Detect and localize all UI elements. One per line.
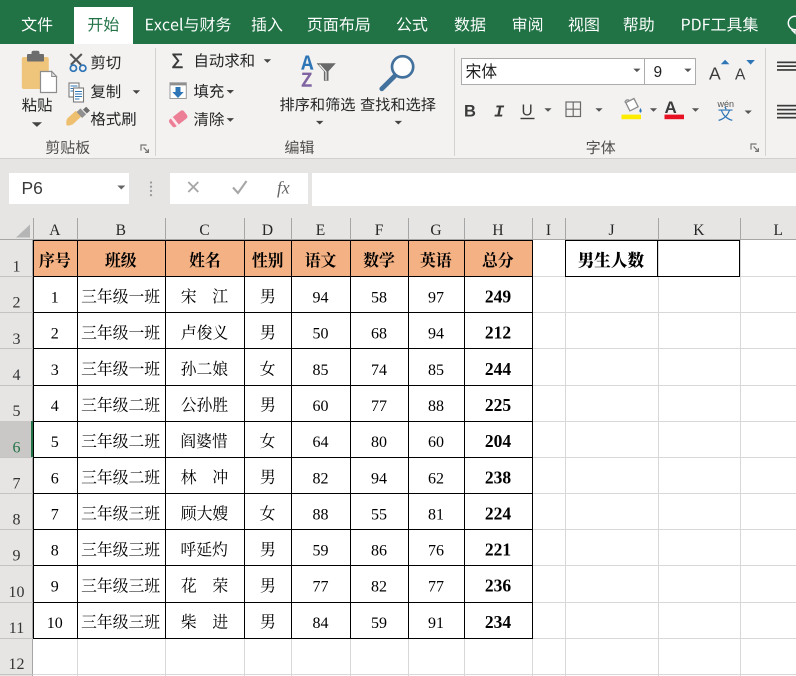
svg-text:6: 6 xyxy=(51,470,59,487)
svg-text:88: 88 xyxy=(428,398,444,415)
svg-text:B: B xyxy=(464,103,476,121)
svg-text:59: 59 xyxy=(371,615,387,632)
svg-text:E: E xyxy=(316,222,325,239)
svg-text:68: 68 xyxy=(371,326,387,343)
svg-text:88: 88 xyxy=(313,506,329,523)
svg-text:64: 64 xyxy=(313,434,329,451)
svg-text:85: 85 xyxy=(313,362,329,379)
svg-text:249: 249 xyxy=(485,287,512,307)
svg-text:3: 3 xyxy=(13,331,21,348)
svg-text:225: 225 xyxy=(485,395,512,415)
svg-text:77: 77 xyxy=(371,398,387,415)
svg-text:221: 221 xyxy=(485,540,511,560)
svg-text:A: A xyxy=(735,67,746,84)
svg-text:12: 12 xyxy=(9,656,25,673)
svg-text:4: 4 xyxy=(51,398,59,415)
svg-text:94: 94 xyxy=(428,326,444,343)
svg-text:9: 9 xyxy=(654,64,663,81)
svg-text:B: B xyxy=(116,222,126,239)
svg-text:U: U xyxy=(522,103,533,120)
svg-text:77: 77 xyxy=(313,579,329,596)
svg-text:85: 85 xyxy=(428,362,444,379)
svg-text:2: 2 xyxy=(51,326,59,343)
svg-text:86: 86 xyxy=(371,543,387,560)
svg-text:238: 238 xyxy=(485,467,512,487)
svg-text:11: 11 xyxy=(9,620,24,637)
svg-text:212: 212 xyxy=(485,323,511,343)
svg-text:94: 94 xyxy=(371,470,387,487)
svg-text:82: 82 xyxy=(313,470,329,487)
svg-text:7: 7 xyxy=(51,506,59,523)
svg-text:97: 97 xyxy=(428,290,444,307)
svg-text:5: 5 xyxy=(51,434,59,451)
svg-text:58: 58 xyxy=(371,290,387,307)
svg-text:D: D xyxy=(262,222,273,239)
svg-text:A: A xyxy=(665,98,677,117)
svg-text:1: 1 xyxy=(51,290,59,307)
svg-text:J: J xyxy=(608,222,614,239)
svg-text:C: C xyxy=(199,222,209,239)
svg-text:G: G xyxy=(430,222,441,239)
svg-text:77: 77 xyxy=(428,579,444,596)
svg-text:5: 5 xyxy=(13,403,21,420)
svg-text:60: 60 xyxy=(313,398,329,415)
svg-text:59: 59 xyxy=(313,543,329,560)
svg-text:80: 80 xyxy=(371,434,387,451)
svg-text:K: K xyxy=(693,222,705,239)
svg-text:10: 10 xyxy=(9,584,25,601)
svg-text:74: 74 xyxy=(371,362,387,379)
svg-text:81: 81 xyxy=(428,506,444,523)
svg-text:60: 60 xyxy=(428,434,444,451)
svg-text:9: 9 xyxy=(13,548,21,565)
svg-text:84: 84 xyxy=(313,615,329,632)
svg-text:P6: P6 xyxy=(22,178,43,198)
svg-text:7: 7 xyxy=(13,475,21,492)
svg-text:76: 76 xyxy=(428,543,444,560)
svg-text:A: A xyxy=(49,222,61,239)
svg-text:9: 9 xyxy=(51,579,59,596)
svg-text:50: 50 xyxy=(313,326,329,343)
svg-text:236: 236 xyxy=(485,576,512,596)
svg-text:L: L xyxy=(773,222,782,239)
svg-text:F: F xyxy=(375,222,384,239)
svg-text:234: 234 xyxy=(485,612,512,632)
svg-text:H: H xyxy=(492,222,503,239)
svg-text:94: 94 xyxy=(313,290,329,307)
svg-text:8: 8 xyxy=(51,543,59,560)
svg-text:3: 3 xyxy=(51,362,59,379)
svg-text:fx: fx xyxy=(277,178,290,198)
svg-text:1: 1 xyxy=(13,259,21,276)
svg-text:I: I xyxy=(494,104,505,123)
svg-text:55: 55 xyxy=(371,506,387,523)
svg-text:4: 4 xyxy=(13,367,21,384)
svg-text:8: 8 xyxy=(13,512,21,529)
svg-text:2: 2 xyxy=(13,295,21,312)
svg-text:244: 244 xyxy=(485,359,512,379)
svg-text:204: 204 xyxy=(485,431,512,451)
svg-text:91: 91 xyxy=(428,615,444,632)
svg-text:I: I xyxy=(546,222,551,239)
svg-text:82: 82 xyxy=(371,579,387,596)
svg-text:6: 6 xyxy=(13,439,21,456)
svg-text:62: 62 xyxy=(428,470,444,487)
svg-text:A: A xyxy=(709,64,721,84)
svg-text:10: 10 xyxy=(47,615,63,632)
svg-text:224: 224 xyxy=(485,503,512,523)
